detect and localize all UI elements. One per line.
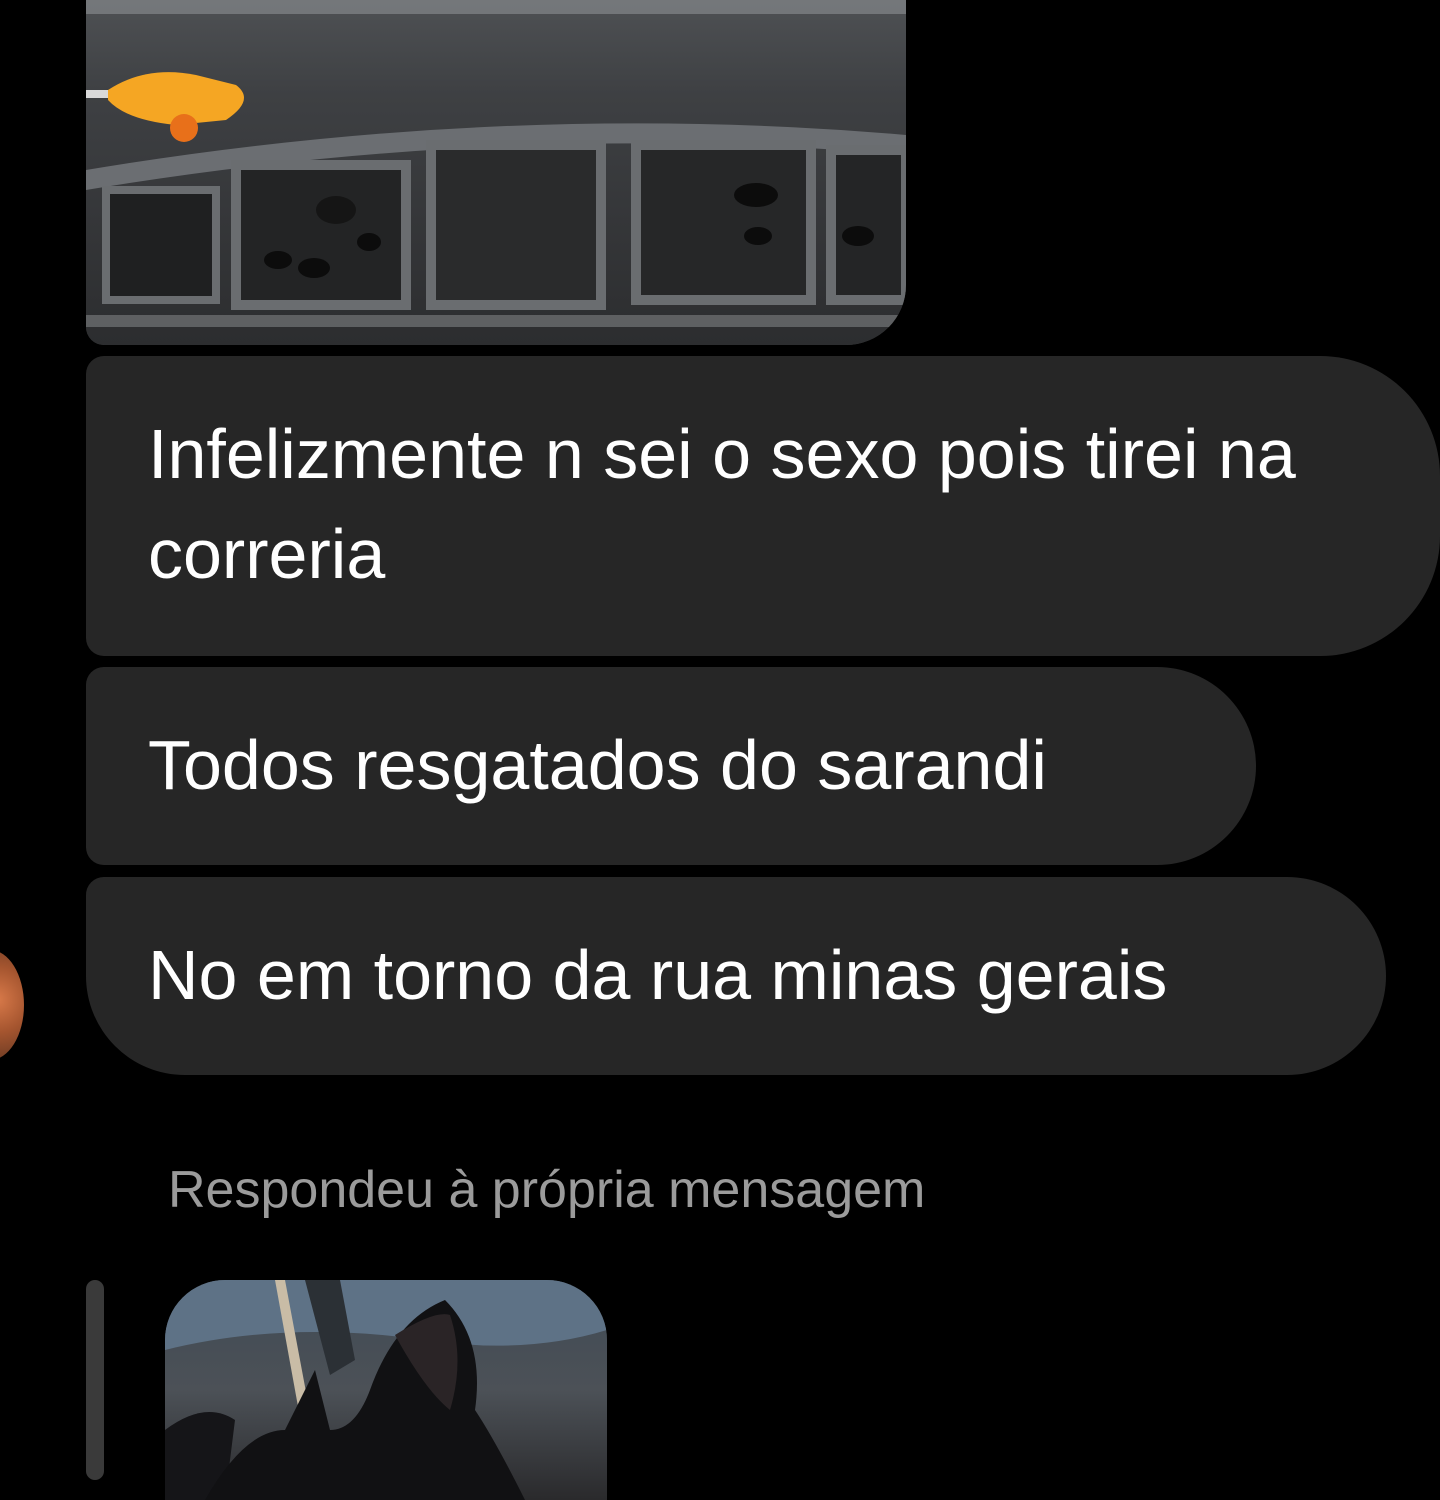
avatar[interactable]: [0, 950, 24, 1060]
photo-attachment-dog[interactable]: [165, 1280, 607, 1500]
message-text: Todos resgatados do sarandi: [148, 726, 1047, 804]
photo-attachment-carrier[interactable]: [86, 0, 906, 345]
reply-quote-bar: [86, 1280, 104, 1480]
message-bubble[interactable]: No em torno da rua minas gerais: [86, 877, 1386, 1075]
message-text: No em torno da rua minas gerais: [148, 936, 1168, 1014]
dog-photo-image: [165, 1280, 607, 1500]
message-bubble[interactable]: Infelizmente n sei o sexo pois tirei na …: [86, 356, 1440, 656]
reply-context-label: Respondeu à própria mensagem: [168, 1161, 926, 1219]
carrier-photo-image: [86, 0, 906, 345]
message-bubble[interactable]: Todos resgatados do sarandi: [86, 667, 1256, 865]
message-text: Infelizmente n sei o sexo pois tirei na …: [148, 415, 1296, 593]
